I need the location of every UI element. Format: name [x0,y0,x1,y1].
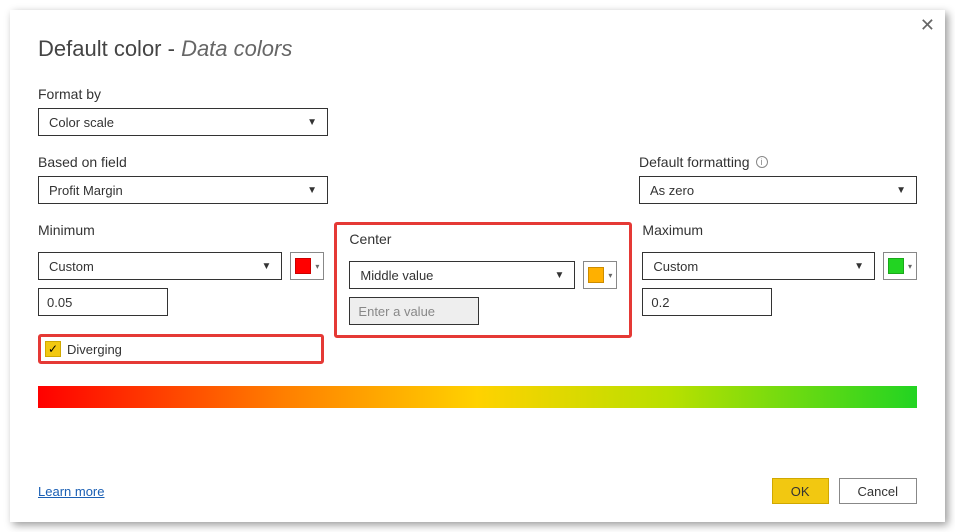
close-icon[interactable]: ✕ [920,16,935,34]
maximum-color-picker[interactable]: ▾ [883,252,917,280]
default-formatting-label: Default formatting i [639,154,917,170]
title-sub: Data colors [181,36,292,61]
cancel-button[interactable]: Cancel [839,478,917,504]
chevron-down-icon: ▾ [315,262,319,271]
format-by-value: Color scale [49,115,114,130]
chevron-down-icon: ▼ [555,270,565,281]
color-scale-dialog: ✕ Default color - Data colors Format by … [10,10,945,522]
info-icon: i [756,156,768,168]
maximum-mode-value: Custom [653,259,698,274]
based-on-select[interactable]: Profit Margin ▼ [38,176,328,204]
chevron-down-icon: ▼ [307,117,317,128]
center-mode-value: Middle value [360,268,433,283]
minimum-color-picker[interactable]: ▾ [290,252,324,280]
maximum-mode-select[interactable]: Custom ▼ [642,252,875,280]
format-by-select[interactable]: Color scale ▼ [38,108,328,136]
chevron-down-icon: ▼ [307,185,317,196]
minimum-swatch [295,258,311,274]
diverging-checkbox[interactable]: ✓ [45,341,61,357]
minimum-value-input[interactable]: 0.05 [38,288,168,316]
format-by-label: Format by [38,86,917,102]
minimum-label: Minimum [38,222,324,238]
maximum-label: Maximum [642,222,917,238]
center-value-input[interactable]: Enter a value [349,297,479,325]
title-main: Default color - [38,36,181,61]
center-swatch [588,267,604,283]
center-label: Center [349,231,617,247]
center-highlight: Center Middle value ▼ ▾ Enter a value [334,222,632,338]
minimum-mode-select[interactable]: Custom ▼ [38,252,282,280]
dialog-title: Default color - Data colors [38,36,917,62]
chevron-down-icon: ▾ [608,271,612,280]
gradient-preview [38,386,917,408]
chevron-down-icon: ▼ [854,261,864,272]
chevron-down-icon: ▼ [896,185,906,196]
learn-more-link[interactable]: Learn more [38,484,104,499]
based-on-value: Profit Margin [49,183,123,198]
default-formatting-value: As zero [650,183,694,198]
diverging-highlight: ✓ Diverging [38,334,324,364]
minimum-mode-value: Custom [49,259,94,274]
chevron-down-icon: ▾ [908,262,912,271]
diverging-label: Diverging [67,342,122,357]
ok-button[interactable]: OK [772,478,829,504]
default-formatting-select[interactable]: As zero ▼ [639,176,917,204]
center-mode-select[interactable]: Middle value ▼ [349,261,575,289]
maximum-value-input[interactable]: 0.2 [642,288,772,316]
based-on-label: Based on field [38,154,328,170]
chevron-down-icon: ▼ [262,261,272,272]
center-color-picker[interactable]: ▾ [583,261,617,289]
maximum-swatch [888,258,904,274]
